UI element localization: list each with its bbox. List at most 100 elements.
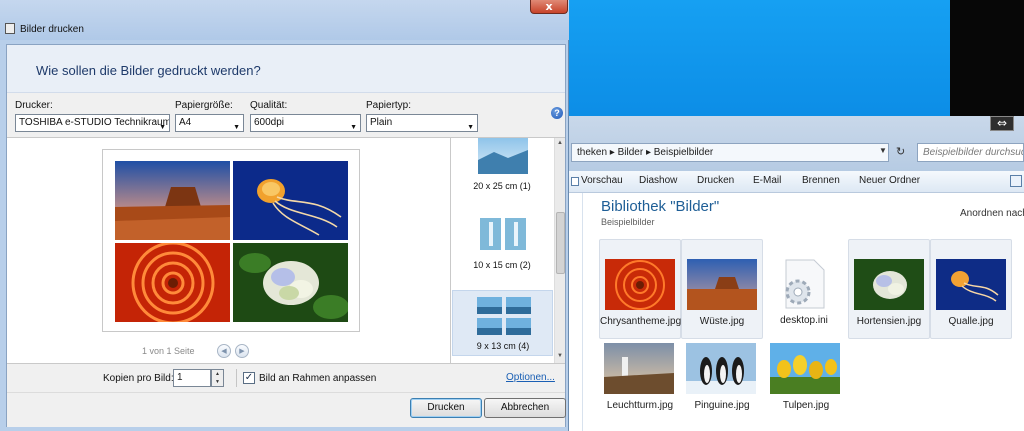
quality-label: Qualität:	[250, 100, 288, 111]
tulips-thumbnail	[770, 343, 840, 394]
toolbar-email[interactable]: E-Mail	[753, 175, 781, 186]
toolbar-brennen[interactable]: Brennen	[802, 175, 840, 186]
layout-label: 10 x 15 cm (2)	[473, 260, 531, 270]
file-item[interactable]: Leuchtturm.jpg	[599, 339, 681, 431]
toolbar-neuer-ordner[interactable]: Neuer Ordner	[859, 175, 920, 186]
paper-size-select[interactable]: A4 ▼	[175, 114, 244, 132]
chevron-down-icon: ▼	[350, 124, 357, 131]
library-title: Bibliothek "Bilder"	[601, 198, 720, 215]
dialog-titlebar	[0, 0, 569, 40]
window-switch-icon[interactable]: ⇔	[990, 116, 1014, 131]
fit-frame-label: Bild an Rahmen anpassen	[259, 373, 377, 384]
toolbar-diashow[interactable]: Diashow	[639, 175, 677, 186]
desktop-background	[569, 0, 950, 118]
layout-item-two[interactable]: 10 x 15 cm (2)	[452, 210, 553, 288]
file-name: Hortensien.jpg	[856, 316, 922, 327]
printer-value: TOSHIBA e-STUDIO Technikraum	[19, 117, 170, 128]
settings-file-icon	[785, 259, 825, 309]
preview-jellyfish-image	[233, 161, 348, 240]
close-button[interactable]: x	[530, 0, 568, 14]
scroll-down-icon[interactable]: ▼	[557, 353, 563, 359]
printer-select[interactable]: TOSHIBA e-STUDIO Technikraum ▼	[15, 114, 170, 132]
file-name: desktop.ini	[780, 315, 828, 326]
fit-frame-checkbox[interactable]: ✓	[243, 372, 255, 384]
file-item[interactable]: Wüste.jpg	[681, 239, 763, 339]
scrollbar-thumb[interactable]	[556, 212, 565, 274]
address-bar[interactable]: theken ▸ Bilder ▸ Beispielbilder	[571, 143, 889, 162]
print-pictures-dialog: x Bilder drucken Wie sollen die Bilder g…	[0, 0, 569, 431]
quality-select[interactable]: 600dpi ▼	[250, 114, 361, 132]
view-options-icon[interactable]	[1010, 175, 1022, 187]
navigation-pane	[569, 193, 583, 431]
file-name: Tulpen.jpg	[782, 400, 830, 411]
file-item[interactable]: Qualle.jpg	[930, 239, 1012, 339]
refresh-icon[interactable]: ↻	[896, 145, 910, 159]
layout-item-full-page[interactable]: 20 x 25 cm (1)	[452, 138, 553, 208]
chevron-down-icon: ▼	[233, 124, 240, 131]
preview-desert-image	[115, 161, 230, 240]
dialog-footer: Drucken Abbrechen	[7, 392, 566, 427]
printer-window-icon	[5, 23, 15, 34]
paper-type-value: Plain	[370, 117, 393, 128]
file-name: Chrysantheme.jpg	[600, 316, 682, 327]
paper-size-value: A4	[179, 117, 192, 128]
file-name: Wüste.jpg	[699, 316, 745, 327]
dialog-client-area: Wie sollen die Bilder gedruckt werden? D…	[6, 44, 566, 427]
chrysanthemum-thumbnail	[605, 259, 675, 310]
toolbar-drucken[interactable]: Drucken	[697, 175, 734, 186]
paper-type-select[interactable]: Plain ▼	[366, 114, 478, 132]
layout-label: 20 x 25 cm (1)	[473, 181, 531, 191]
next-page-button[interactable]: ▶	[235, 344, 249, 358]
toolbar-vorschau[interactable]: Vorschau	[581, 175, 623, 186]
file-name: Leuchtturm.jpg	[606, 400, 674, 411]
page-indicator: 1 von 1 Seite	[142, 346, 195, 356]
divider	[236, 369, 237, 387]
copies-input[interactable]: 1	[173, 369, 211, 387]
search-input[interactable]: Beispielbilder durchsuchen	[917, 143, 1024, 162]
explorer-toolbar: Vorschau Diashow Drucken E-Mail Brennen …	[569, 171, 1024, 193]
print-button[interactable]: Drucken	[410, 398, 482, 418]
dialog-heading: Wie sollen die Bilder gedruckt werden?	[36, 63, 261, 78]
scroll-up-icon[interactable]: ▲	[557, 140, 563, 146]
copies-label: Kopien pro Bild:	[103, 373, 174, 384]
chevron-down-icon: ▼	[467, 124, 474, 131]
file-item[interactable]: Tulpen.jpg	[765, 339, 847, 431]
copies-spinner[interactable]: ▲ ▼	[211, 369, 224, 387]
previous-page-button[interactable]: ◀	[217, 344, 231, 358]
arrange-by-label[interactable]: Anordnen nach	[960, 208, 1024, 219]
file-item[interactable]: Pinguine.jpg	[681, 339, 763, 431]
file-item[interactable]: desktop.ini	[763, 239, 845, 339]
explorer-window: theken ▸ Bilder ▸ Beispielbilder ▼ ↻ Bei…	[569, 116, 1024, 431]
printer-label: Drucker:	[15, 100, 53, 111]
paper-size-label: Papiergröße:	[175, 100, 233, 111]
address-dropdown-icon[interactable]: ▼	[879, 146, 887, 155]
file-name: Qualle.jpg	[948, 316, 994, 327]
jellyfish-thumbnail	[936, 259, 1006, 310]
chevron-down-icon: ▼	[159, 124, 166, 131]
library-subtitle: Beispielbilder	[601, 217, 655, 227]
file-name: Pinguine.jpg	[694, 400, 750, 411]
preview-icon	[571, 177, 579, 186]
layout-preview-icon	[480, 218, 526, 250]
dialog-title: Bilder drucken	[20, 24, 84, 35]
desert-thumbnail	[687, 259, 757, 310]
help-icon[interactable]: ?	[551, 107, 563, 119]
dialog-header: Wie sollen die Bilder gedruckt werden?	[7, 45, 565, 93]
layout-preview-icon	[478, 138, 528, 174]
layout-item-four-selected[interactable]: 9 x 13 cm (4)	[452, 290, 553, 356]
preview-hydrangea-image	[233, 243, 348, 322]
hydrangea-thumbnail	[854, 259, 924, 310]
penguins-thumbnail	[686, 343, 756, 394]
print-preview-area: 1 von 1 Seite ◀ ▶	[7, 137, 450, 364]
file-item[interactable]: Chrysantheme.jpg	[599, 239, 681, 339]
cancel-button[interactable]: Abbrechen	[484, 398, 566, 418]
quality-value: 600dpi	[254, 117, 285, 128]
file-item[interactable]: Hortensien.jpg	[848, 239, 930, 339]
paper-type-label: Papiertyp:	[366, 100, 412, 111]
options-link[interactable]: Optionen...	[506, 372, 555, 383]
lighthouse-thumbnail	[604, 343, 674, 394]
preview-page	[102, 149, 360, 332]
layout-preview-icon	[477, 297, 531, 335]
desktop-dark-area	[950, 0, 1024, 118]
preview-chrysanthemum-image	[115, 243, 230, 322]
